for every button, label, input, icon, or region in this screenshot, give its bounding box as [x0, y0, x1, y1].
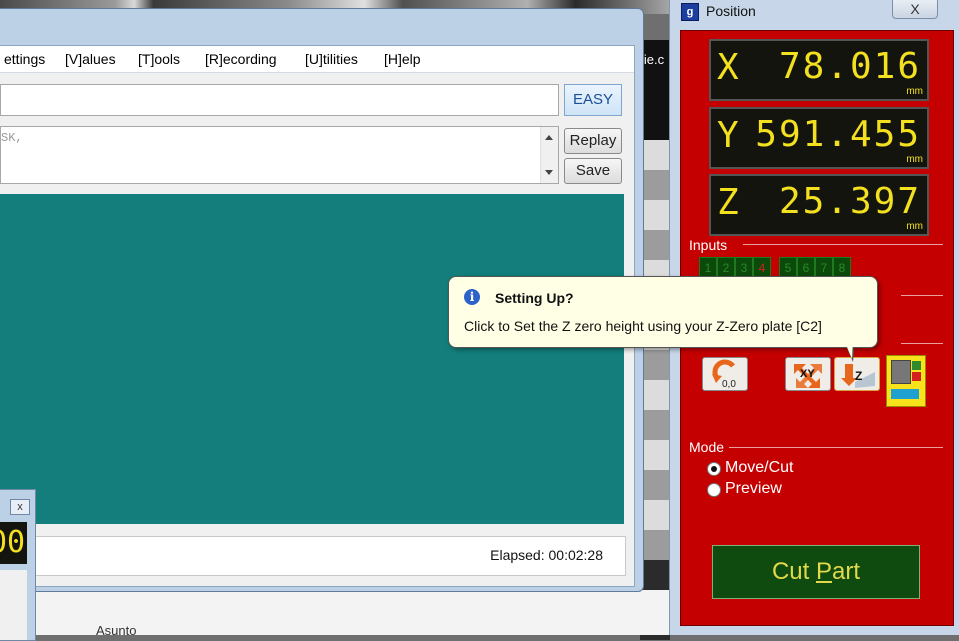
log-text: SK,	[1, 131, 23, 145]
section-divider	[901, 295, 943, 296]
replay-button[interactable]: Replay	[564, 128, 622, 154]
menu-tools[interactable]: [T]ools	[138, 51, 180, 67]
go-home-button[interactable]: 0,0	[702, 357, 748, 391]
background-link-text: lie.c	[641, 52, 665, 67]
child-window: x 00	[0, 489, 36, 641]
zero-xy-icon: XY	[794, 364, 822, 388]
save-button[interactable]: Save	[564, 158, 622, 184]
radio-preview[interactable]	[707, 483, 721, 497]
cut-part-mnemonic: P	[815, 558, 832, 585]
scroll-up-icon[interactable]	[545, 135, 553, 140]
z-icon-text: Z	[855, 369, 862, 383]
menu-bar: ettings [V]alues [T]ools [R]ecording [U]…	[0, 46, 634, 73]
toolpath-canvas[interactable]	[0, 194, 624, 524]
cut-part-rest: art	[832, 558, 861, 585]
menu-utilities[interactable]: [U]tilities	[305, 51, 358, 67]
dro-z[interactable]: Z 25.397 mm	[709, 174, 929, 236]
tooltip-pointer-fill	[844, 340, 853, 359]
mode-divider	[729, 447, 943, 448]
radio-move-cut[interactable]	[707, 462, 721, 476]
zero-z-button[interactable]: Z	[834, 357, 880, 391]
cut-part-prefix: Cut	[771, 558, 816, 585]
radio-move-cut-label[interactable]: Move/Cut	[725, 459, 793, 477]
zero-xy-button[interactable]: XY	[785, 357, 831, 391]
inputs-label: Inputs	[689, 237, 728, 253]
close-button[interactable]: X	[892, 0, 938, 19]
status-bar: Elapsed: 00:02:28	[0, 536, 626, 576]
dro-value: 591.455	[755, 114, 921, 155]
dro-unit: mm	[906, 154, 923, 165]
background-window-rows	[641, 140, 669, 560]
command-input[interactable]	[0, 84, 559, 116]
dro-axis-label: Y	[717, 115, 739, 156]
dro-value: 25.397	[778, 181, 921, 222]
menu-settings[interactable]: ettings	[4, 51, 45, 67]
home-icon-text: 0,0	[722, 379, 736, 390]
child-dro-display: 00	[0, 522, 27, 564]
app-icon: g	[681, 3, 699, 21]
dro-unit: mm	[906, 221, 923, 232]
dro-y[interactable]: Y 591.455 mm	[709, 107, 929, 169]
dro-axis-label: Z	[717, 182, 739, 223]
tooltip-title: Setting Up?	[495, 290, 574, 306]
dro-axis-label: X	[717, 47, 739, 88]
scroll-down-icon[interactable]	[545, 170, 553, 175]
menu-recording[interactable]: [R]ecording	[205, 51, 277, 67]
zero-z-icon: Z	[841, 364, 875, 388]
position-titlebar[interactable]: g Position X	[670, 0, 959, 26]
inputs-divider	[743, 244, 943, 245]
pendant-icon[interactable]	[886, 355, 926, 407]
cut-part-button[interactable]: Cut Part	[712, 545, 920, 599]
dro-x[interactable]: X 78.016 mm	[709, 39, 929, 101]
log-scrollbar[interactable]	[540, 127, 558, 183]
command-log[interactable]: SK,	[0, 126, 559, 184]
section-divider	[901, 343, 943, 344]
go-home-icon: 0,0	[712, 359, 736, 390]
tooltip-body: Click to Set the Z zero height using you…	[464, 318, 822, 334]
background-email-window: Asunto	[0, 590, 680, 638]
radio-preview-label[interactable]: Preview	[725, 480, 782, 498]
easy-button[interactable]: EASY	[564, 84, 622, 116]
dro-unit: mm	[906, 86, 923, 97]
xy-icon-text: XY	[800, 368, 815, 380]
setup-tooltip: i Setting Up? Click to Set the Z zero he…	[448, 276, 878, 348]
menu-help[interactable]: [H]elp	[384, 51, 421, 67]
child-close-button[interactable]: x	[10, 499, 30, 515]
elapsed-time: Elapsed: 00:02:28	[490, 547, 603, 563]
mode-label: Mode	[689, 439, 725, 455]
menu-values[interactable]: [V]alues	[65, 51, 116, 67]
info-icon: i	[464, 289, 480, 305]
dro-value: 78.016	[778, 46, 921, 87]
child-window-body	[0, 570, 27, 640]
asunto-label: Asunto	[96, 623, 137, 638]
position-title: Position	[706, 3, 756, 19]
